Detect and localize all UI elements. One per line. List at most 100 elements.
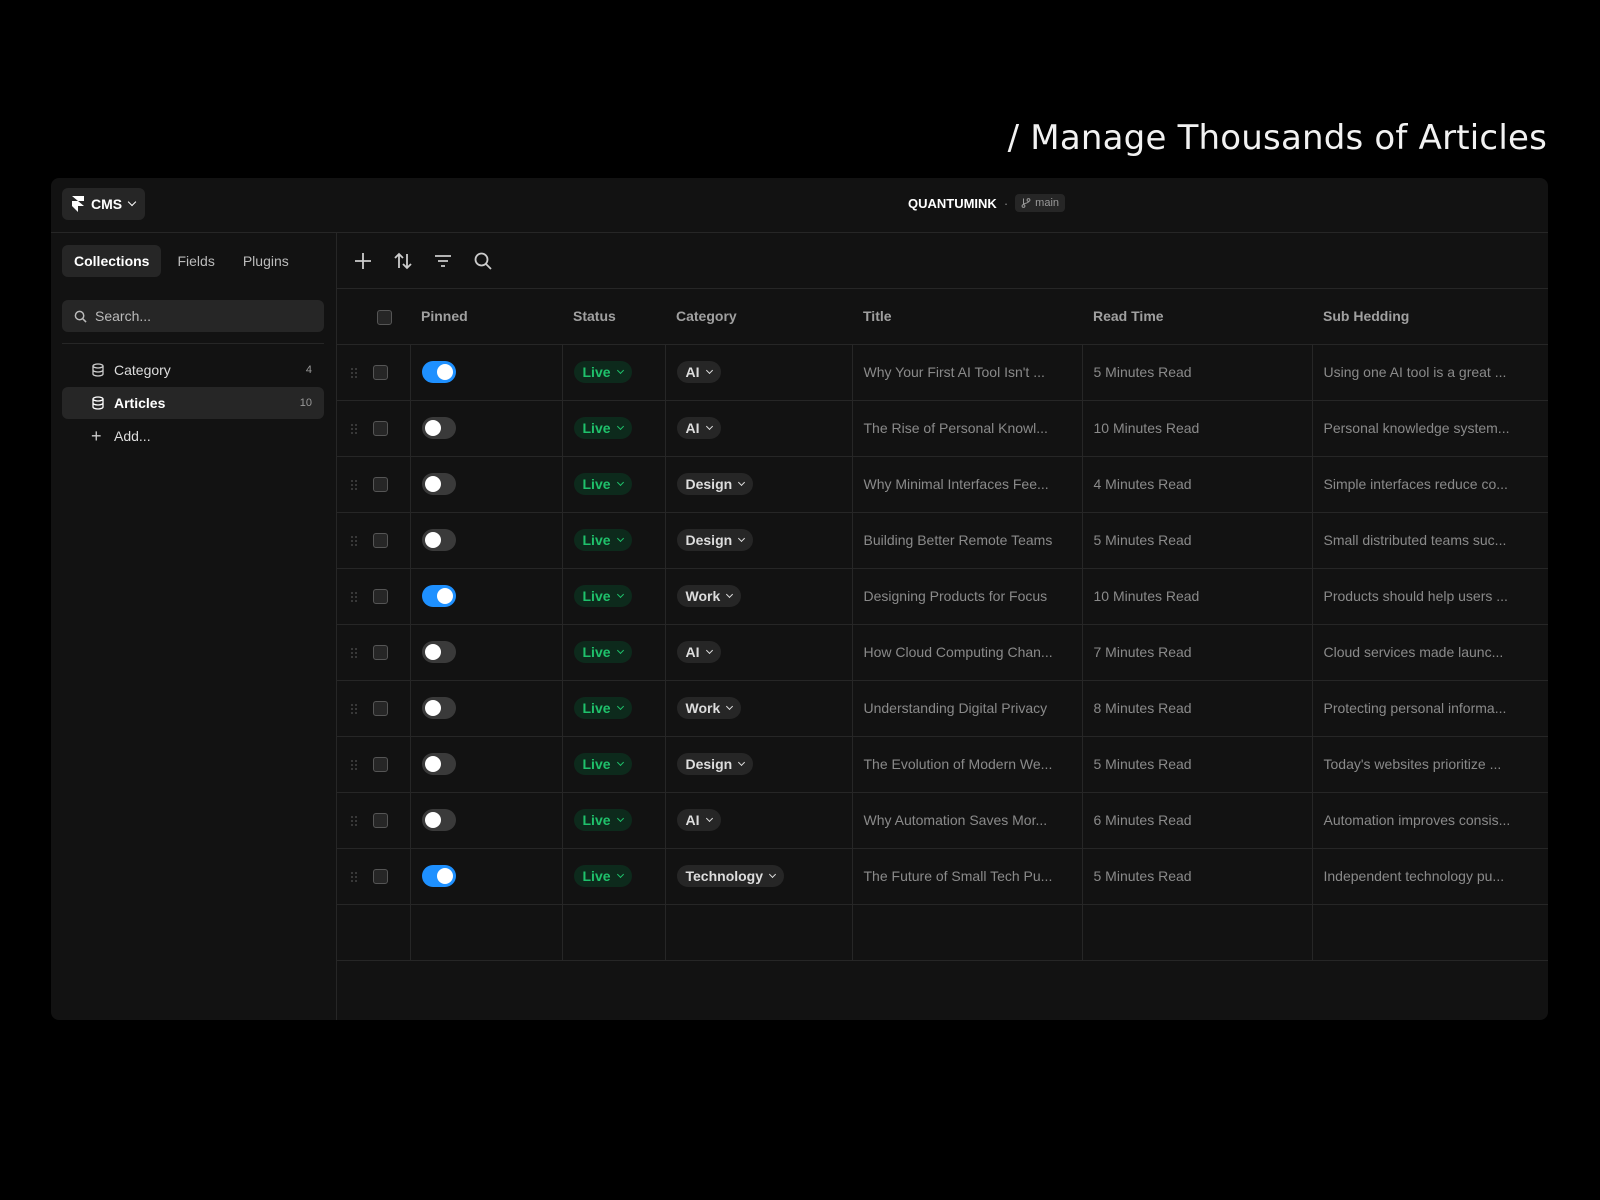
- read-time-cell[interactable]: 10 Minutes Read: [1082, 400, 1313, 457]
- drag-handle-icon[interactable]: [351, 535, 357, 546]
- sub-heading-cell[interactable]: Today's websites prioritize ...: [1312, 736, 1548, 793]
- pinned-toggle[interactable]: [421, 753, 456, 775]
- sub-heading-cell[interactable]: Cloud services made launc...: [1312, 624, 1548, 681]
- sub-heading-cell[interactable]: Small distributed teams suc...: [1312, 512, 1548, 569]
- sort-icon[interactable]: [393, 251, 413, 271]
- pinned-toggle[interactable]: [421, 585, 456, 607]
- table-row[interactable]: Live Technology The Future of Small Tech…: [337, 848, 1548, 905]
- drag-handle-icon[interactable]: [351, 423, 357, 434]
- row-checkbox[interactable]: [372, 533, 388, 549]
- category-dropdown[interactable]: Design: [676, 473, 754, 495]
- row-checkbox[interactable]: [372, 421, 388, 437]
- drag-handle-icon[interactable]: [351, 759, 357, 770]
- read-time-cell[interactable]: 10 Minutes Read: [1082, 568, 1313, 625]
- sub-heading-cell[interactable]: Automation improves consis...: [1312, 792, 1548, 849]
- row-checkbox[interactable]: [372, 589, 388, 605]
- table-row[interactable]: Live Work Designing Products for Focus 1…: [337, 568, 1548, 625]
- column-header[interactable]: Status: [562, 289, 665, 345]
- branch-badge[interactable]: main: [1015, 194, 1066, 212]
- read-time-cell[interactable]: 5 Minutes Read: [1082, 736, 1313, 793]
- drag-handle-icon[interactable]: [351, 703, 357, 714]
- pinned-toggle[interactable]: [421, 361, 456, 383]
- drag-handle-icon[interactable]: [351, 367, 357, 378]
- pinned-toggle[interactable]: [421, 417, 456, 439]
- title-cell[interactable]: The Evolution of Modern We...: [852, 736, 1083, 793]
- table-row[interactable]: Live AI The Rise of Personal Knowl... 10…: [337, 400, 1548, 457]
- category-dropdown[interactable]: AI: [676, 809, 721, 831]
- status-dropdown[interactable]: Live: [573, 361, 632, 383]
- title-cell[interactable]: How Cloud Computing Chan...: [852, 624, 1083, 681]
- tab-fields[interactable]: Fields: [165, 245, 226, 277]
- column-header[interactable]: Read Time: [1082, 289, 1312, 345]
- column-header[interactable]: Sub Hedding: [1312, 289, 1548, 345]
- column-header[interactable]: Title: [852, 289, 1082, 345]
- sub-heading-cell[interactable]: Products should help users ...: [1312, 568, 1548, 625]
- category-dropdown[interactable]: Work: [676, 697, 742, 719]
- column-header[interactable]: Category: [665, 289, 852, 345]
- category-dropdown[interactable]: Technology: [676, 865, 785, 887]
- category-dropdown[interactable]: AI: [676, 641, 721, 663]
- filter-icon[interactable]: [433, 251, 453, 271]
- category-dropdown[interactable]: AI: [676, 361, 721, 383]
- read-time-cell[interactable]: 8 Minutes Read: [1082, 680, 1313, 737]
- read-time-cell[interactable]: 5 Minutes Read: [1082, 512, 1313, 569]
- table-row[interactable]: Live Design The Evolution of Modern We..…: [337, 736, 1548, 793]
- drag-handle-icon[interactable]: [351, 647, 357, 658]
- status-dropdown[interactable]: Live: [573, 697, 632, 719]
- drag-handle-icon[interactable]: [351, 815, 357, 826]
- category-dropdown[interactable]: Design: [676, 753, 754, 775]
- row-checkbox[interactable]: [372, 869, 388, 885]
- tab-plugins[interactable]: Plugins: [231, 245, 301, 277]
- title-cell[interactable]: The Future of Small Tech Pu...: [852, 848, 1083, 905]
- sidebar-item-articles[interactable]: Articles 10: [62, 387, 324, 419]
- category-dropdown[interactable]: AI: [676, 417, 721, 439]
- status-dropdown[interactable]: Live: [573, 753, 632, 775]
- sub-heading-cell[interactable]: Personal knowledge system...: [1312, 400, 1548, 457]
- search-input[interactable]: Search...: [62, 300, 324, 332]
- status-dropdown[interactable]: Live: [573, 585, 632, 607]
- row-checkbox[interactable]: [372, 477, 388, 493]
- row-checkbox[interactable]: [372, 757, 388, 773]
- status-dropdown[interactable]: Live: [573, 865, 632, 887]
- cms-menu-button[interactable]: CMS: [62, 188, 146, 220]
- select-all-checkbox[interactable]: [377, 309, 392, 325]
- pinned-toggle[interactable]: [421, 809, 456, 831]
- sub-heading-cell[interactable]: Simple interfaces reduce co...: [1312, 456, 1548, 513]
- drag-handle-icon[interactable]: [351, 871, 357, 882]
- pinned-toggle[interactable]: [421, 697, 456, 719]
- title-cell[interactable]: Why Your First AI Tool Isn't ...: [852, 344, 1083, 401]
- status-dropdown[interactable]: Live: [573, 417, 632, 439]
- table-row[interactable]: Live Work Understanding Digital Privacy …: [337, 680, 1548, 737]
- title-cell[interactable]: Designing Products for Focus: [852, 568, 1083, 625]
- row-checkbox[interactable]: [372, 365, 388, 381]
- row-checkbox[interactable]: [372, 645, 388, 661]
- pinned-toggle[interactable]: [421, 865, 456, 887]
- read-time-cell[interactable]: 7 Minutes Read: [1082, 624, 1313, 681]
- tab-collections[interactable]: Collections: [62, 245, 162, 277]
- table-row[interactable]: Live AI Why Automation Saves Mor... 6 Mi…: [337, 792, 1548, 849]
- add-collection-button[interactable]: + Add...: [62, 420, 324, 452]
- read-time-cell[interactable]: 5 Minutes Read: [1082, 848, 1313, 905]
- pinned-toggle[interactable]: [421, 473, 456, 495]
- table-row[interactable]: Live Design Building Better Remote Teams…: [337, 512, 1548, 569]
- row-checkbox[interactable]: [372, 701, 388, 717]
- plus-icon[interactable]: [353, 251, 373, 271]
- title-cell[interactable]: The Rise of Personal Knowl...: [852, 400, 1083, 457]
- drag-handle-icon[interactable]: [351, 479, 357, 490]
- status-dropdown[interactable]: Live: [573, 641, 632, 663]
- drag-handle-icon[interactable]: [351, 591, 357, 602]
- title-cell[interactable]: Building Better Remote Teams: [852, 512, 1083, 569]
- table-row[interactable]: Live Design Why Minimal Interfaces Fee..…: [337, 456, 1548, 513]
- title-cell[interactable]: Understanding Digital Privacy: [852, 680, 1083, 737]
- category-dropdown[interactable]: Design: [676, 529, 754, 551]
- sidebar-item-category[interactable]: Category 4: [62, 354, 324, 386]
- row-checkbox[interactable]: [372, 813, 388, 829]
- read-time-cell[interactable]: 6 Minutes Read: [1082, 792, 1313, 849]
- title-cell[interactable]: Why Automation Saves Mor...: [852, 792, 1083, 849]
- pinned-toggle[interactable]: [421, 641, 456, 663]
- read-time-cell[interactable]: 5 Minutes Read: [1082, 344, 1313, 401]
- pinned-toggle[interactable]: [421, 529, 456, 551]
- table-row[interactable]: Live AI Why Your First AI Tool Isn't ...…: [337, 344, 1548, 401]
- search-icon[interactable]: [473, 251, 493, 271]
- sub-heading-cell[interactable]: Protecting personal informa...: [1312, 680, 1548, 737]
